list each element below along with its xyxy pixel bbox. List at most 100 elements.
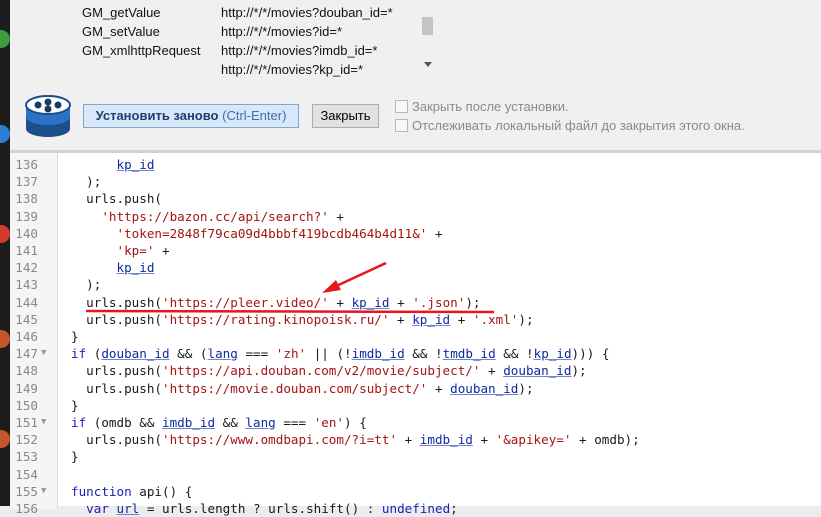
code-text: } [71, 329, 79, 344]
identifier: imdb_id [351, 346, 405, 362]
code-line[interactable]: 152 urls.push('https://www.omdbapi.com/?… [10, 431, 821, 448]
reinstall-shortcut: (Ctrl-Enter) [222, 108, 287, 123]
api-url-pattern: http://*/*/movies?kp_id=* [221, 62, 363, 77]
identifier: url [116, 501, 140, 516]
code-line[interactable]: 140 'token=2848f79ca09d4bbbf419bcdb464b4… [10, 225, 821, 242]
code-text: === [275, 415, 314, 430]
api-function-name: GM_getValue [82, 5, 161, 20]
code-line[interactable]: 154 [10, 466, 821, 483]
code-content: } [71, 328, 79, 345]
identifier: douban_id [503, 363, 572, 379]
code-line[interactable]: 143 ); [10, 276, 821, 293]
code-content: var url = urls.length ? urls.shift() : u… [71, 500, 458, 517]
app-icon [0, 330, 10, 348]
line-number: 153 [15, 449, 38, 465]
close-after-install-checkbox[interactable] [395, 100, 408, 113]
code-text: + [328, 208, 344, 224]
code-text: ))) { [571, 346, 610, 362]
code-line[interactable]: 137 ); [10, 173, 821, 190]
reinstall-label: Установить заново [95, 108, 219, 123]
code-line[interactable]: 153} [10, 448, 821, 465]
code-text: + [427, 225, 443, 241]
code-line[interactable]: 144 urls.push('https://pleer.video/' + k… [10, 294, 821, 311]
string-literal: 'en' [313, 415, 345, 430]
string-literal: '&apikey=' [495, 432, 572, 448]
identifier: lang [245, 415, 276, 430]
line-number: 142 [15, 260, 38, 276]
code-text: && [215, 415, 246, 430]
code-line[interactable]: 145 urls.push('https://rating.kinopoisk.… [10, 311, 821, 328]
code-line[interactable]: 142 kp_id [10, 259, 821, 276]
reinstall-button[interactable]: Установить заново (Ctrl-Enter) [83, 104, 299, 128]
api-url-pattern: http://*/*/movies?id=* [221, 24, 343, 39]
code-text: ; [450, 501, 458, 516]
string-literal: 'https://www.omdbapi.com/?i=tt' [162, 432, 398, 448]
code-text: + [427, 380, 451, 396]
code-text: + [472, 432, 496, 448]
line-number: 136 [15, 157, 38, 172]
code-line[interactable]: 149 urls.push('https://movie.douban.com/… [10, 380, 821, 397]
code-line[interactable]: 146} [10, 328, 821, 345]
code-text: (omdb && [86, 415, 162, 430]
line-number: 144 [15, 294, 38, 310]
code-line[interactable]: 141 'kp=' + [10, 242, 821, 259]
line-number: 143 [15, 277, 38, 293]
api-list-scrollbar[interactable] [420, 0, 436, 78]
identifier: douban_id [101, 346, 170, 362]
code-line[interactable]: 147 ▼ if (douban_id && (lang === 'zh' || (… [10, 345, 821, 362]
track-local-file-option[interactable]: Отслеживать локальный файл до закрытия э… [395, 117, 745, 135]
code-text: urls.push( [71, 363, 162, 379]
close-button[interactable]: Закрыть [312, 104, 379, 128]
string-literal: 'https://movie.douban.com/subject/' [162, 380, 428, 396]
code-editor[interactable]: 136 kp_id 137 ); 138 urls.push(139 'https:… [10, 150, 821, 516]
close-after-install-option[interactable]: Закрыть после установки. [395, 98, 569, 116]
fold-toggle-icon[interactable]: ▼ [41, 345, 46, 362]
api-function-name: GM_xmlhttpRequest [82, 43, 201, 58]
code-line[interactable]: 148 urls.push('https://api.douban.com/v2… [10, 362, 821, 379]
code-line[interactable]: 150} [10, 397, 821, 414]
fold-toggle-icon[interactable]: ▼ [41, 414, 46, 431]
api-function-name: GM_setValue [82, 24, 160, 39]
api-url-pattern: http://*/*/movies?imdb_id=* [221, 43, 378, 58]
code-text: || (! [306, 346, 352, 362]
string-literal: '.xml' [472, 311, 519, 327]
string-literal: 'zh' [275, 346, 307, 362]
code-line[interactable]: 136 kp_id [10, 156, 821, 173]
string-literal: 'kp=' [116, 243, 155, 258]
api-list[interactable]: GM_getValue http://*/*/movies?douban_id=*… [82, 0, 437, 78]
code-text: + [328, 294, 352, 310]
code-line[interactable]: 156 var url = urls.length ? urls.shift()… [10, 500, 821, 517]
code-content: 'kp=' + [71, 242, 170, 259]
app-icon [0, 225, 10, 243]
code-line[interactable]: 138 urls.push( [10, 190, 821, 207]
string-literal: 'https://pleer.video/' [162, 294, 329, 310]
app-icon [0, 125, 10, 143]
fold-toggle-icon[interactable]: ▼ [41, 483, 46, 500]
code-text: + [389, 311, 413, 327]
code-text: urls.push( [71, 294, 162, 310]
code-line[interactable]: 155 ▼ function api() { [10, 483, 821, 500]
scrollbar-thumb[interactable] [422, 17, 433, 35]
line-number: 145 [15, 311, 38, 327]
code-line[interactable]: 139 'https://bazon.cc/api/search?' + [10, 208, 821, 225]
identifier: imdb_id [419, 432, 473, 448]
string-literal: 'https://bazon.cc/api/search?' [101, 208, 329, 224]
code-text: urls.push( [71, 380, 162, 396]
line-number: 156 [15, 501, 38, 516]
line-number: 140 [15, 225, 38, 241]
code-text: urls.push( [71, 432, 162, 448]
scroll-down-arrow-icon[interactable] [424, 62, 432, 67]
code-line[interactable]: 151 ▼ if (omdb && imdb_id && lang === 'en'… [10, 414, 821, 431]
code-text: && ! [404, 346, 443, 362]
keyword: if [71, 415, 87, 430]
code-content: urls.push('https://rating.kinopoisk.ru/'… [71, 311, 533, 328]
code-text: } [71, 449, 79, 465]
code-text: && ( [169, 346, 208, 362]
line-number: 139 [15, 208, 38, 224]
code-content: urls.push( [71, 190, 162, 207]
track-local-file-checkbox[interactable] [395, 119, 408, 132]
identifier: kp_id [533, 346, 572, 362]
code-content: } [71, 397, 79, 414]
